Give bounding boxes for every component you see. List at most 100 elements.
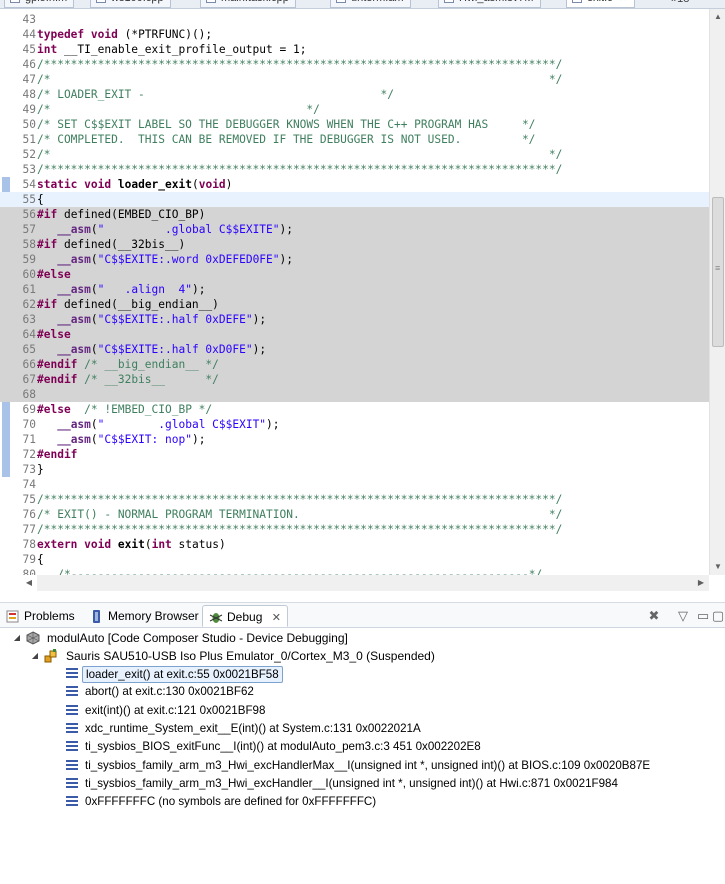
remove-terminated-icon[interactable]: ✖ (646, 609, 662, 625)
line-number: 76 (22, 508, 36, 521)
close-tab-icon[interactable]: ✕ (272, 612, 281, 624)
line-number: 77 (22, 523, 36, 536)
code-line[interactable]: 56 #if defined(EMBED_CIO_BP) (0, 207, 709, 222)
stack-frame-item[interactable]: exit(int)() at exit.c:121 0x0021BF98 (0, 702, 725, 720)
stack-frame-label: loader_exit() at exit.c:55 0x0021BF58 (82, 666, 283, 683)
code-line[interactable]: 65 __asm("C$$EXITE:.half 0xD0FE"); (0, 342, 709, 357)
code-line[interactable]: 55{ (0, 192, 709, 207)
code-line[interactable]: 64 #else (0, 327, 709, 342)
code-editor[interactable]: 43 44 typedef void (*PTRFUNC)(); 45 int __TI… (0, 9, 725, 591)
stack-frame-item[interactable]: loader_exit() at exit.c:55 0x0021BF58 (0, 665, 725, 683)
stack-frame-item[interactable]: ti_sysbios_family_arm_m3_Hwi_excHandlerM… (0, 757, 725, 775)
scroll-left-arrow-icon[interactable]: ◀ (21, 575, 37, 591)
minimize-icon[interactable]: ▭ (695, 609, 711, 625)
line-number: 43 (22, 13, 36, 26)
stack-frame-label: 0xFFFFFFFC (no symbols are defined for 0… (85, 795, 377, 809)
code-line[interactable]: 52/* */ (0, 147, 709, 162)
stack-frame-item[interactable]: ti_sysbios_family_arm_m3_Hwi_excHandler_… (0, 775, 725, 793)
tree-item-session[interactable]: ◢ modulAuto [Code Composer Studio - Devi… (0, 629, 725, 647)
code-line[interactable]: 47/* */ (0, 72, 709, 87)
line-number: 62 (22, 298, 36, 311)
code-line[interactable]: 62 #if defined(__big_endian__) (0, 297, 709, 312)
code-line[interactable]: 44 typedef void (*PTRFUNC)(); (0, 27, 709, 42)
editor-tab-strip: gpio.h.m ws100.cpp main.task.cpp unterm.am H… (0, 0, 725, 9)
code-line[interactable]: 61 __asm(" .align 4"); (0, 282, 709, 297)
code-text: /* */ (37, 148, 563, 161)
stack-frame-item[interactable]: abort() at exit.c:130 0x0021BF62 (0, 683, 725, 701)
code-line[interactable]: 53/*************************************… (0, 162, 709, 177)
expanded-twisty-icon[interactable]: ◢ (12, 629, 22, 647)
session-label: modulAuto [Code Composer Studio - Device… (47, 631, 348, 645)
code-line[interactable]: 67 #endif /* __32bis__ */ (0, 372, 709, 387)
code-line[interactable]: 63 __asm("C$$EXITE:.half 0xDEFE"); (0, 312, 709, 327)
stack-frame-item[interactable]: ti_sysbios_BIOS_exitFunc__I(int)() at mo… (0, 738, 725, 756)
code-text: static void loader_exit(void) (37, 178, 233, 191)
tab-problems-label: Problems (24, 609, 75, 623)
stack-frame-icon (66, 704, 78, 716)
code-line[interactable]: 43 (0, 12, 709, 27)
code-line[interactable]: 51/* COMPLETED. THIS CAN BE REMOVED IF T… (0, 132, 709, 147)
code-line[interactable]: 57 __asm(" .global C$$EXITE"); (0, 222, 709, 237)
views-tab-bar: Problems Memory Browser Debug ✕ ✖ ▽ ▭ ▢ (0, 603, 725, 628)
code-line[interactable]: 59 __asm("C$$EXITE:.word 0xDEFED0FE"); (0, 252, 709, 267)
editor-vertical-scrollbar[interactable]: ▲ ≡ ▼ (709, 9, 725, 575)
line-number: 53 (22, 163, 36, 176)
code-line[interactable]: 78 extern void exit(int status) (0, 537, 709, 552)
code-line[interactable]: 75/*************************************… (0, 492, 709, 507)
line-number: 48 (22, 88, 36, 101)
file-icon (572, 0, 582, 3)
code-line[interactable]: 49/* */ (0, 102, 709, 117)
close-tab-icon[interactable]: ✕ (619, 0, 628, 4)
stack-frame-icon (66, 759, 78, 771)
tab-memory-browser[interactable]: Memory Browser (84, 605, 205, 627)
view-menu-chevron-down-icon[interactable]: ▽ (675, 609, 691, 625)
code-line[interactable]: 71 __asm("C$$EXIT: nop"); (0, 432, 709, 447)
tab-debug[interactable]: Debug ✕ (202, 605, 288, 627)
code-line[interactable]: 60 #else (0, 267, 709, 282)
code-line[interactable]: 69 #else /* !EMBED_CIO_BP */ (0, 402, 709, 417)
scroll-down-arrow-icon[interactable]: ▼ (710, 559, 725, 575)
editor-tab[interactable]: main.task.cpp (200, 0, 296, 8)
tree-item-target[interactable]: ◢ Sauris SAU510-USB Iso Plus Emulator_0/… (0, 647, 725, 665)
code-line[interactable]: 72 #endif (0, 447, 709, 462)
code-line[interactable]: 74 (0, 477, 709, 492)
maximize-icon[interactable]: ▢ (710, 609, 725, 625)
code-line[interactable]: 45 int __TI_enable_exit_profile_output = … (0, 42, 709, 57)
stack-frame-item[interactable]: 0xFFFFFFFC (no symbols are defined for 0… (0, 793, 725, 811)
scroll-right-arrow-icon[interactable]: ▶ (693, 575, 709, 591)
code-line[interactable]: 46/*************************************… (0, 57, 709, 72)
expanded-twisty-icon[interactable]: ◢ (30, 647, 40, 665)
line-number: 50 (22, 118, 36, 131)
code-line[interactable]: 80 /*-----------------------------------… (0, 567, 709, 575)
code-line[interactable]: 73} (0, 462, 709, 477)
code-text: __asm(" .align 4"); (57, 283, 206, 296)
code-line[interactable]: 68 (0, 387, 709, 402)
tab-problems[interactable]: Problems (0, 605, 81, 627)
stack-frame-item[interactable]: xdc_runtime_System_exit__E(int)() at Sys… (0, 720, 725, 738)
editor-tab[interactable]: exit.c ✕ (566, 0, 635, 8)
code-area[interactable]: 43 44 typedef void (*PTRFUNC)(); 45 int __TI… (0, 9, 709, 575)
scroll-up-arrow-icon[interactable]: ▲ (710, 9, 725, 25)
editor-tab[interactable]: unterm.am (330, 0, 411, 8)
line-number: 75 (22, 493, 36, 506)
code-line[interactable]: 77/*************************************… (0, 522, 709, 537)
code-line[interactable]: 66 #endif /* __big_endian__ */ (0, 357, 709, 372)
view-splitter[interactable] (0, 595, 725, 603)
scroll-thumb[interactable]: ≡ (712, 197, 724, 347)
memory-icon (93, 610, 100, 623)
code-line[interactable]: 76/* EXIT() - NORMAL PROGRAM TERMINATION… (0, 507, 709, 522)
editor-tab[interactable]: Hwi_asm.sv7M (438, 0, 541, 8)
code-text: /*--------------------------------------… (57, 568, 543, 575)
code-line[interactable]: 58 #if defined(__32bis__) (0, 237, 709, 252)
tab-overflow-count[interactable]: »18 (665, 0, 725, 5)
editor-tab-label: unterm.am (351, 0, 404, 4)
editor-tab[interactable]: gpio.h.m (4, 0, 75, 8)
code-line[interactable]: 50/* SET C$$EXIT LABEL SO THE DEBUGGER K… (0, 117, 709, 132)
code-line[interactable]: 48/* LOADER_EXIT - */ (0, 87, 709, 102)
debug-tree[interactable]: ◢ modulAuto [Code Composer Studio - Devi… (0, 629, 725, 884)
editor-tab[interactable]: ws100.cpp (90, 0, 171, 8)
code-line[interactable]: 79{ (0, 552, 709, 567)
editor-horizontal-scrollbar[interactable]: ◀ ▶ (26, 575, 709, 591)
code-line[interactable]: 54 static void loader_exit(void) (0, 177, 709, 192)
code-line[interactable]: 70 __asm(" .global C$$EXIT"); (0, 417, 709, 432)
